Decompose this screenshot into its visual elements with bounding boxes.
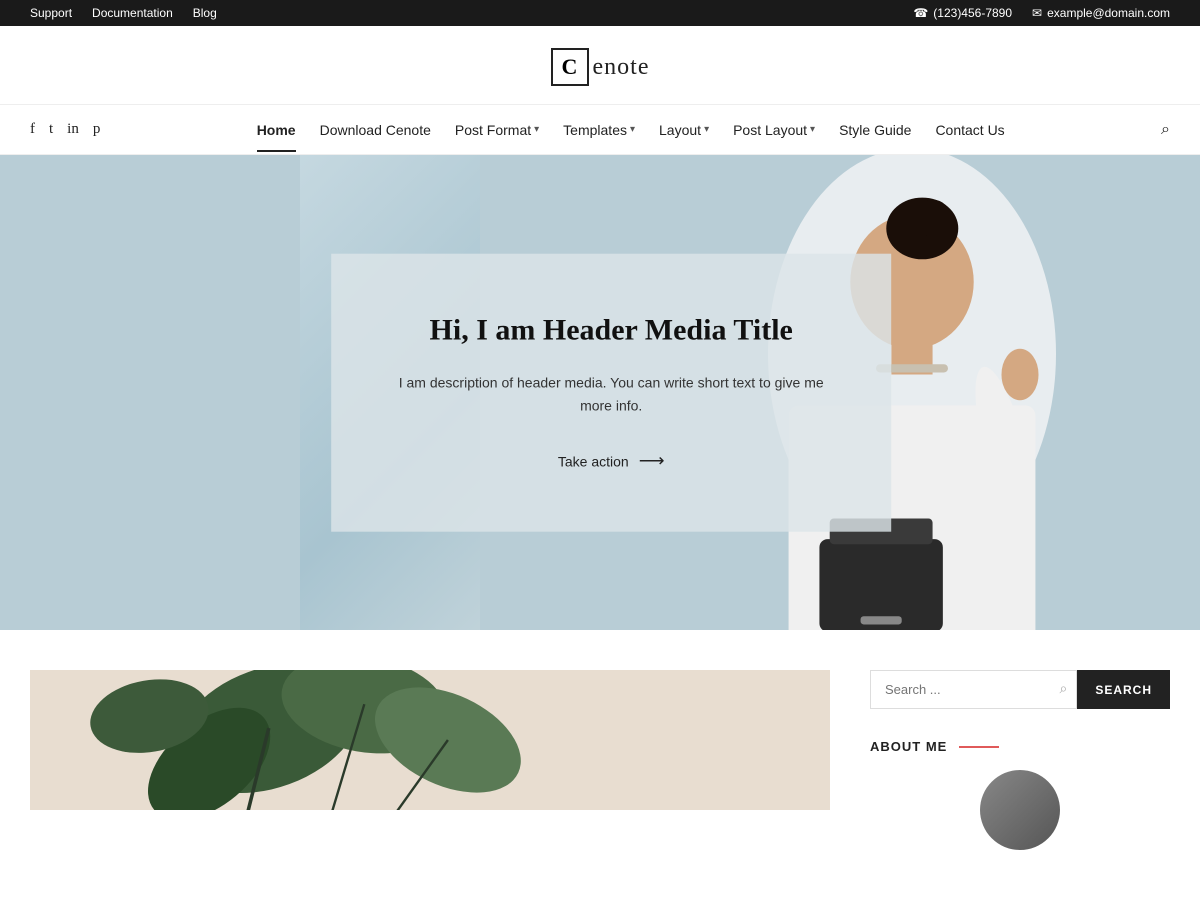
search-box: ⌕ SEARCH	[870, 670, 1170, 709]
nav-area: f t in p Home Download Cenote Post Forma…	[0, 105, 1200, 155]
email-info: ✉ example@domain.com	[1032, 6, 1170, 20]
post-thumbnail	[30, 670, 830, 810]
sidebar: ⌕ SEARCH ABOUT ME	[870, 670, 1170, 850]
chevron-down-icon: ▾	[630, 124, 635, 135]
chevron-down-icon: ▾	[810, 124, 815, 135]
main-nav: Home Download Cenote Post Format ▾ Templ…	[245, 108, 1017, 152]
top-bar: Support Documentation Blog ☎ (123)456-78…	[0, 0, 1200, 26]
blog-link[interactable]: Blog	[193, 6, 217, 20]
hero-cta-arrow-icon: ⟶	[639, 451, 665, 472]
pinterest-icon[interactable]: p	[93, 121, 101, 138]
nav-item-home[interactable]: Home	[245, 108, 308, 152]
hero-section: Hi, I am Header Media Title I am descrip…	[0, 155, 1200, 630]
facebook-icon[interactable]: f	[30, 121, 35, 138]
logo-letter: C	[551, 48, 589, 86]
nav-item-layout[interactable]: Layout ▾	[647, 108, 721, 152]
twitter-icon[interactable]: t	[49, 121, 53, 138]
about-me-section: ABOUT ME	[870, 739, 1170, 754]
nav-item-post-format[interactable]: Post Format ▾	[443, 108, 551, 152]
support-link[interactable]: Support	[30, 6, 72, 20]
search-button[interactable]: SEARCH	[1077, 670, 1170, 709]
search-input[interactable]	[870, 670, 1077, 709]
documentation-link[interactable]: Documentation	[92, 6, 173, 20]
phone-icon: ☎	[913, 6, 928, 20]
phone-number: (123)456-7890	[933, 6, 1012, 20]
logo[interactable]: C enote	[551, 48, 650, 86]
hero-overlay-card: Hi, I am Header Media Title I am descrip…	[331, 253, 891, 532]
plant-image	[30, 670, 830, 810]
nav-item-contact[interactable]: Contact Us	[923, 108, 1016, 152]
author-avatar	[980, 770, 1060, 850]
top-bar-contact: ☎ (123)456-7890 ✉ example@domain.com	[913, 6, 1170, 20]
logo-text: enote	[593, 54, 650, 81]
hero-cta-label: Take action	[558, 453, 629, 469]
content-area: ⌕ SEARCH ABOUT ME	[0, 630, 1200, 850]
chevron-down-icon: ▾	[534, 124, 539, 135]
chevron-down-icon: ▾	[704, 124, 709, 135]
email-address: example@domain.com	[1047, 6, 1170, 20]
top-bar-links: Support Documentation Blog	[30, 6, 217, 20]
social-icons: f t in p	[30, 121, 100, 138]
email-icon: ✉	[1032, 6, 1042, 20]
about-me-divider	[959, 746, 999, 748]
main-content	[30, 670, 830, 850]
phone-info: ☎ (123)456-7890	[913, 6, 1012, 20]
hero-cta-button[interactable]: Take action ⟶	[381, 451, 841, 472]
nav-item-style-guide[interactable]: Style Guide	[827, 108, 923, 152]
about-me-title: ABOUT ME	[870, 739, 947, 754]
nav-item-download[interactable]: Download Cenote	[308, 108, 443, 152]
hero-description: I am description of header media. You ca…	[381, 371, 841, 419]
logo-area: C enote	[0, 26, 1200, 105]
linkedin-icon[interactable]: in	[67, 121, 79, 138]
nav-search-icon[interactable]: ⌕	[1161, 121, 1170, 139]
nav-item-post-layout[interactable]: Post Layout ▾	[721, 108, 827, 152]
nav-item-templates[interactable]: Templates ▾	[551, 108, 647, 152]
search-input-wrap: ⌕	[870, 670, 1077, 709]
search-icon: ⌕	[1059, 682, 1067, 698]
hero-title: Hi, I am Header Media Title	[381, 313, 841, 347]
